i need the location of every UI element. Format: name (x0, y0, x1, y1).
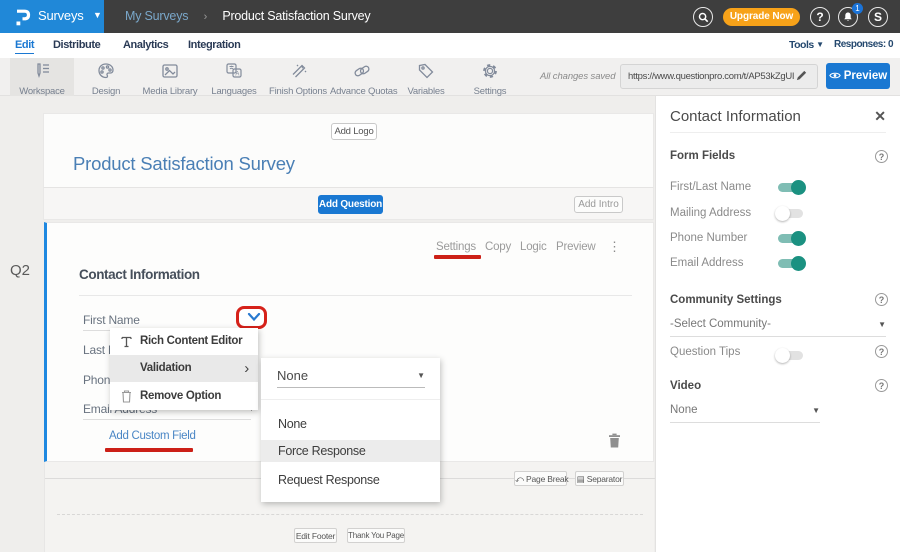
svg-text:A: A (235, 72, 239, 78)
